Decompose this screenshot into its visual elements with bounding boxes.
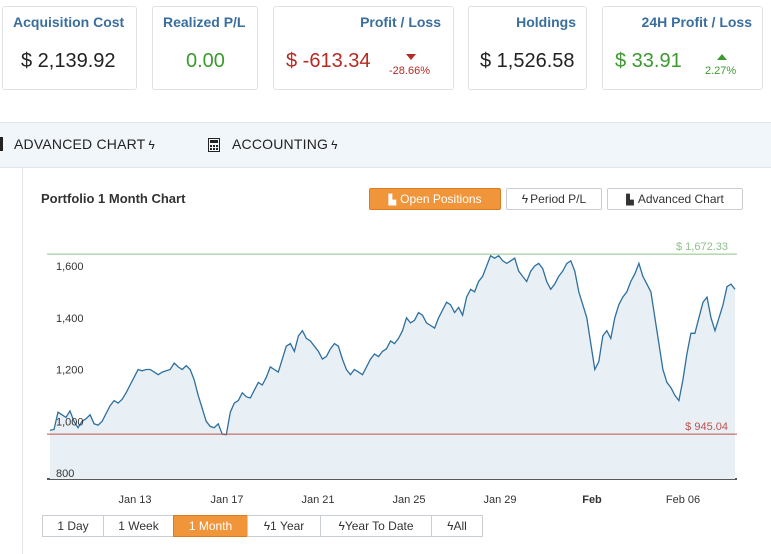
x-tick-label: Jan 17 [210, 494, 243, 506]
min-value-label: $ 945.04 [685, 421, 728, 433]
y-tick-label: 1,400 [56, 313, 84, 325]
portfolio-chart: $ 1,672.33 $ 945.04 800 1,000 1,200 1,400 1,6… [47, 241, 737, 506]
range-1-month-label: 1 Month [188, 519, 233, 533]
x-tick-label: Jan 21 [301, 494, 334, 506]
range-all-label: All [453, 519, 467, 533]
range-1-year-label: 1 Year [270, 519, 305, 533]
range-1-day[interactable]: 1 Day [42, 515, 104, 537]
range-year-to-date[interactable]: ϟYear To Date [320, 515, 432, 537]
x-tick-label: Jan 29 [483, 494, 516, 506]
x-tick-label: Feb [582, 494, 602, 506]
x-tick-label: Jan 25 [392, 494, 425, 506]
range-1-year[interactable]: ϟ1 Year [247, 515, 321, 537]
x-tick-label: Jan 13 [118, 494, 151, 506]
range-1-week-label: 1 Week [118, 519, 159, 533]
chart-area-fill [50, 255, 735, 479]
range-1-day-label: 1 Day [57, 519, 89, 533]
y-tick-label: 1,200 [56, 365, 84, 377]
x-tick-label: Feb 06 [666, 494, 700, 506]
y-tick-label: 800 [56, 468, 74, 480]
y-tick-label: 1,000 [56, 416, 84, 428]
max-value-label: $ 1,672.33 [676, 241, 728, 253]
range-all[interactable]: ϟAll [431, 515, 483, 537]
range-1-month[interactable]: 1 Month [173, 515, 248, 537]
y-tick-label: 1,600 [56, 261, 84, 273]
range-year-to-date-label: Year To Date [344, 519, 414, 533]
range-1-week[interactable]: 1 Week [103, 515, 174, 537]
